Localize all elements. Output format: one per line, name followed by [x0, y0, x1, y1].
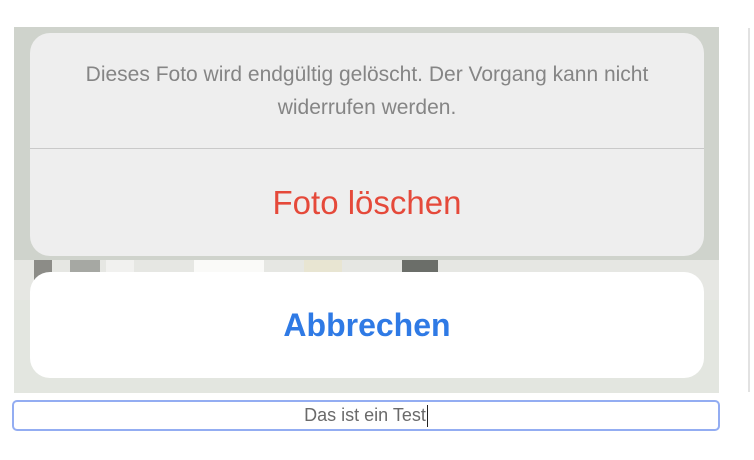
- text-cursor: [426, 404, 428, 427]
- caption-text: Das ist ein Test: [304, 405, 426, 425]
- cancel-button[interactable]: Abbrechen: [30, 272, 704, 378]
- delete-photo-button[interactable]: Foto löschen: [30, 149, 704, 256]
- action-sheet-message: Dieses Foto wird endgültig gelöscht. Der…: [85, 62, 649, 119]
- action-sheet: Dieses Foto wird endgültig gelöscht. Der…: [30, 33, 704, 256]
- divider: [748, 28, 750, 392]
- caption-field[interactable]: Das ist ein Test: [12, 400, 720, 431]
